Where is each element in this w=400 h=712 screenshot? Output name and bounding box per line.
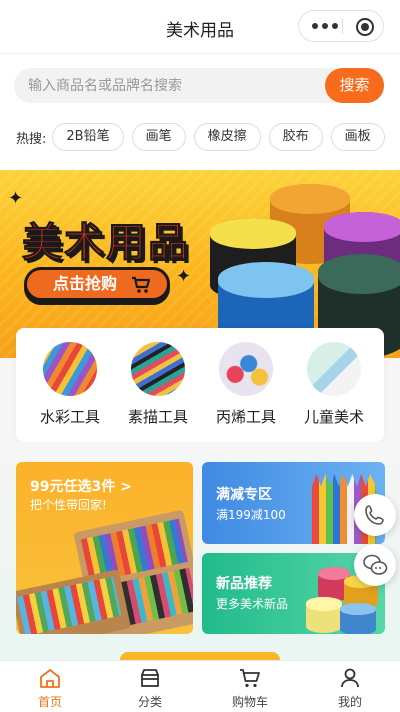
home-icon [40,669,60,688]
promo-subtitle: 把个性带回家! [30,498,107,512]
more-icon[interactable] [309,11,341,41]
tab-bar: 首页 分类 购物车 我的 [0,660,400,712]
search-bar: 搜索 [14,68,384,103]
mini-program-capsule [298,10,384,42]
tab-cart[interactable]: 购物车 [200,661,300,712]
sparkle-icon: ✦ [8,188,24,209]
hot-tag[interactable]: 胶布 [268,123,323,151]
promo-title: 满减专区 [216,487,272,503]
close-target-icon[interactable] [356,18,374,36]
category-image [131,342,185,396]
hot-tag[interactable]: 橡皮擦 [193,123,261,151]
hot-tag[interactable]: 2B铅笔 [52,123,124,151]
cart-icon [132,276,151,293]
user-icon [341,668,359,688]
category-name: 儿童美术 [303,408,364,426]
chat-button[interactable] [354,544,396,586]
tab-category[interactable]: 分类 [100,661,200,712]
sparkle-icon: ✦ [176,266,192,287]
paint-jar-image [340,603,376,634]
category-item[interactable]: 丙烯工具 [200,342,292,427]
tab-label: 购物车 [231,695,268,709]
hot-tag[interactable]: 画笔 [131,123,186,151]
promo-subtitle: 更多美术新品 [216,597,289,611]
cart-icon [240,669,260,688]
category-image [307,342,361,396]
buy-now-label: 点击抢购 [53,274,118,293]
tab-label: 我的 [337,695,362,709]
tab-label: 首页 [37,695,62,709]
hot-search-row: 热搜: 2B铅笔 画笔 橡皮擦 胶布 画板 [16,122,393,152]
tab-label: 分类 [137,695,162,709]
navigation-bar: 美术用品 [0,0,400,54]
category-item[interactable]: 儿童美术 [288,342,380,427]
pencil-box-image [16,569,132,634]
search-input[interactable] [28,68,328,103]
promo-title: 99元任选3件 > [30,479,132,495]
tab-home[interactable]: 首页 [0,661,100,712]
promo-subtitle: 满199减100 [216,508,286,522]
promo-title: 新品推荐 [216,576,272,592]
phone-button[interactable] [354,494,396,536]
category-image [219,342,273,396]
banner-headline: 美术用品 [22,220,190,267]
paint-jar-image [306,597,342,633]
category-icon [141,669,159,687]
category-image [43,342,97,396]
category-name: 丙烯工具 [215,408,276,426]
category-item[interactable]: 水彩工具 [24,342,116,427]
tab-profile[interactable]: 我的 [300,661,400,712]
capsule-divider [342,19,343,34]
category-card: 水彩工具 素描工具 丙烯工具 儿童美术 [16,328,384,442]
search-section: 搜索 热搜: 2B铅笔 画笔 橡皮擦 胶布 画板 [0,54,400,170]
promo-card-bundle[interactable]: 99元任选3件 > 把个性带回家! [16,462,193,634]
category-name: 水彩工具 [39,408,100,426]
category-name: 素描工具 [127,408,188,426]
search-button[interactable]: 搜索 [325,68,384,103]
buy-now-button[interactable]: 点击抢购 [24,267,170,301]
hot-tag[interactable]: 画板 [330,123,385,151]
phone-icon [365,505,384,525]
category-item[interactable]: 素描工具 [112,342,204,427]
chat-icon [363,554,388,575]
hot-search-label: 热搜: [16,131,47,147]
